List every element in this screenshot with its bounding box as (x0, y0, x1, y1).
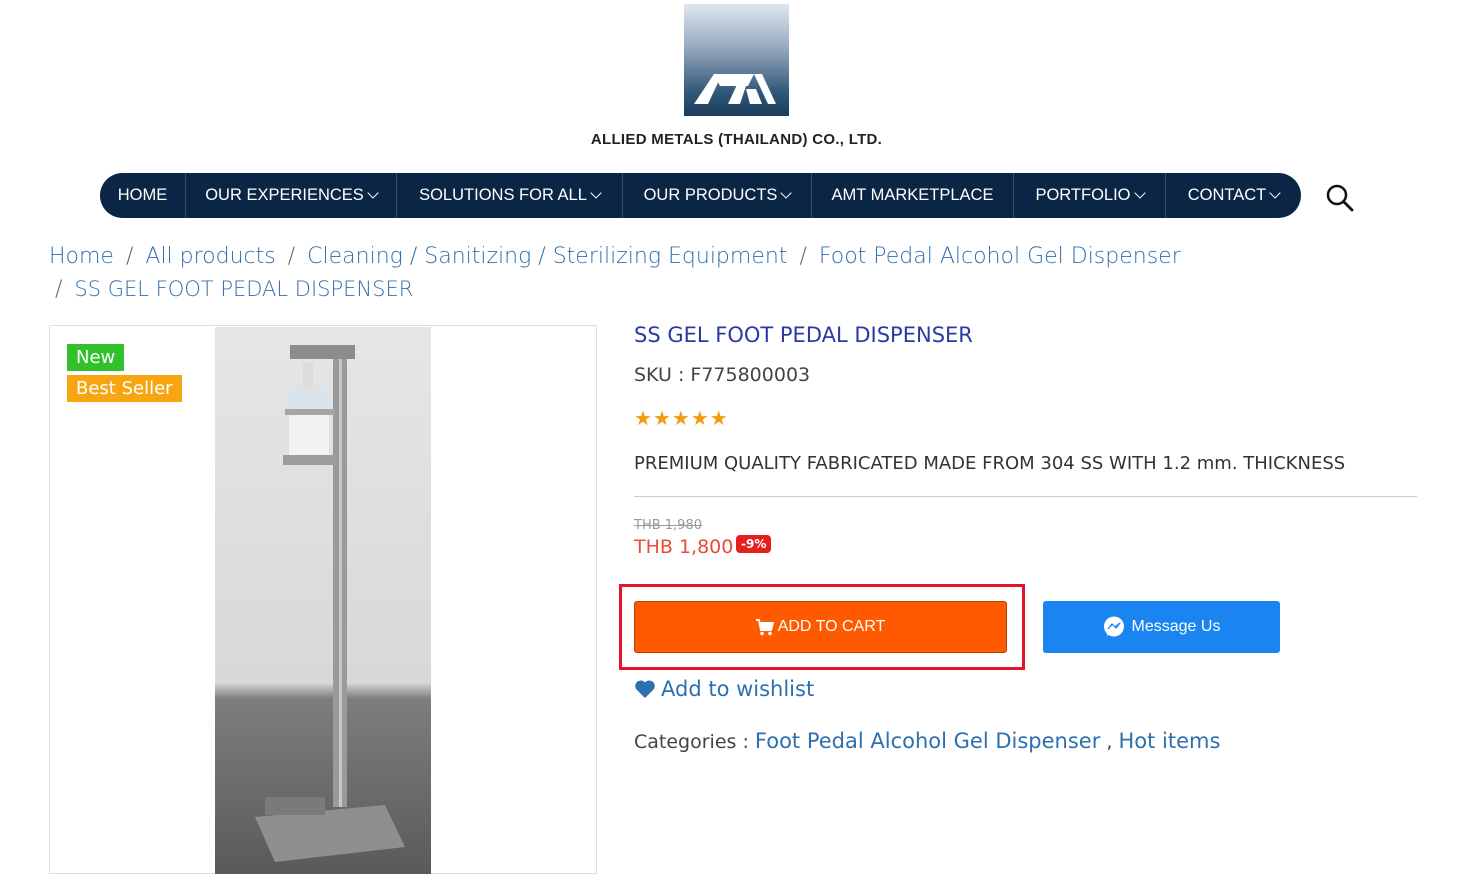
best-seller-badge: Best Seller (67, 375, 182, 402)
breadcrumb-cleaning[interactable]: Cleaning / Sanitizing / Sterilizing Equi… (307, 244, 787, 269)
chevron-down-icon (590, 186, 602, 199)
star-icon: ★ (652, 406, 672, 430)
nav-our-products[interactable]: OUR PRODUCTS (623, 173, 812, 218)
message-us-button[interactable]: Message Us (1043, 601, 1280, 653)
chevron-down-icon (367, 186, 379, 199)
star-icon: ★ (709, 406, 729, 430)
category-link-hot-items[interactable]: Hot items (1118, 729, 1220, 753)
category-link-foot-pedal[interactable]: Foot Pedal Alcohol Gel Dispenser (755, 729, 1100, 753)
add-to-wishlist[interactable]: Add to wishlist (634, 677, 814, 701)
product-sku: SKU : F775800003 (634, 364, 811, 386)
company-name: ALLIED METALS (THAILAND) CO., LTD. (590, 131, 883, 148)
breadcrumb-separator: / (55, 277, 63, 302)
nav-home[interactable]: HOME (100, 173, 186, 218)
breadcrumb: Home / All products / Cleaning / Sanitizing … (49, 241, 1181, 306)
company-logo[interactable] (684, 4, 789, 116)
chevron-down-icon (1269, 186, 1281, 199)
heart-icon (635, 680, 655, 698)
add-to-cart-button[interactable]: ADD TO CART (634, 601, 1007, 653)
nav-portfolio[interactable]: PORTFOLIO (1014, 173, 1166, 218)
nav-amt-marketplace[interactable]: AMT MARKETPLACE (812, 173, 1014, 218)
chevron-down-icon (780, 186, 793, 199)
breadcrumb-all-products[interactable]: All products (145, 244, 275, 269)
breadcrumb-home[interactable]: Home (49, 244, 114, 269)
new-badge: New (67, 344, 125, 371)
product-photo[interactable] (215, 327, 431, 874)
chevron-down-icon (1133, 186, 1146, 199)
breadcrumb-current: SS GEL FOOT PEDAL DISPENSER (74, 277, 414, 301)
nav-our-experiences[interactable]: OUR EXPERIENCES (186, 173, 397, 218)
star-icon: ★ (634, 406, 653, 430)
breadcrumb-separator: / (125, 244, 134, 269)
star-icon: ★ (690, 406, 710, 430)
product-title: SS GEL FOOT PEDAL DISPENSER (634, 323, 973, 347)
star-icon: ★ (671, 406, 691, 430)
messenger-icon (1103, 616, 1124, 637)
discount-badge: -9% (736, 535, 772, 553)
nav-contact[interactable]: CONTACT (1166, 173, 1301, 218)
cart-icon (755, 618, 775, 635)
breadcrumb-separator: / (287, 244, 296, 269)
breadcrumb-foot-pedal[interactable]: Foot Pedal Alcohol Gel Dispenser (819, 244, 1181, 269)
product-description: PREMIUM QUALITY FABRICATED MADE FROM 304… (634, 453, 1346, 474)
sale-price: THB 1,800 (634, 536, 734, 558)
main-nav: HOME OUR EXPERIENCES SOLUTIONS FOR ALL O… (100, 173, 1301, 218)
breadcrumb-separator: / (799, 244, 807, 269)
search-icon[interactable] (1324, 182, 1356, 214)
rating-stars: ★★★★★ (634, 406, 729, 430)
old-price: THB 1,980 (634, 518, 702, 533)
divider (634, 496, 1417, 497)
nav-solutions-for-all[interactable]: SOLUTIONS FOR ALL (397, 173, 623, 218)
categories: Categories : Foot Pedal Alcohol Gel Disp… (634, 729, 1221, 753)
